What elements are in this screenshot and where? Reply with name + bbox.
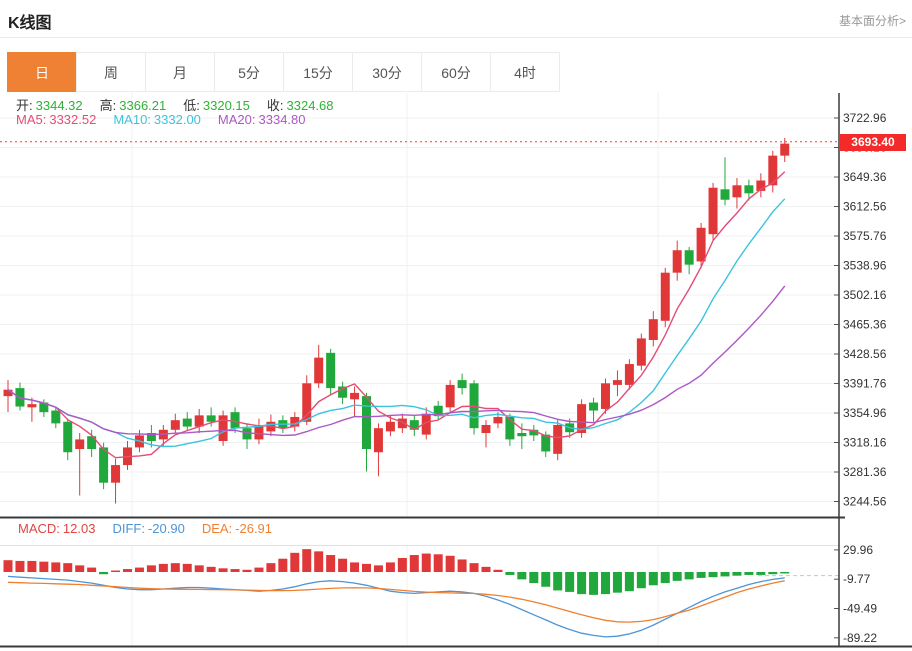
legend-item: MA20:3334.80 — [218, 112, 309, 127]
svg-text:3318.16: 3318.16 — [843, 435, 887, 449]
current-price-tag: 3693.40 — [840, 134, 906, 151]
svg-text:3281.36: 3281.36 — [843, 465, 887, 479]
page-title: K线图 — [8, 9, 52, 33]
chart-area: 3722.963686.163649.363612.563575.763538.… — [0, 93, 912, 651]
svg-text:3538.96: 3538.96 — [843, 258, 887, 272]
svg-text:3649.36: 3649.36 — [843, 170, 887, 184]
interval-tab-bar: 日周月5分15分30分60分4时 — [8, 52, 560, 92]
svg-text:3354.96: 3354.96 — [843, 406, 887, 420]
svg-text:3612.56: 3612.56 — [843, 199, 887, 213]
tab-30min[interactable]: 30分 — [352, 52, 422, 92]
legend-item: MA10:3332.00 — [113, 112, 204, 127]
tab-week[interactable]: 周 — [76, 52, 146, 92]
legend-item: MA5:3332.52 — [16, 112, 99, 127]
svg-text:3465.36: 3465.36 — [843, 317, 887, 331]
ma-legend: MA5:3332.52 MA10:3332.00 MA20:3334.80 — [16, 112, 323, 127]
svg-text:3428.56: 3428.56 — [843, 347, 887, 361]
kline-panel: K线图 基本面分析> 日周月5分15分30分60分4时 3722.963686.… — [0, 0, 912, 651]
fundamental-analysis-link[interactable]: 基本面分析> — [839, 12, 906, 29]
svg-text:3575.76: 3575.76 — [843, 229, 887, 243]
svg-text:-9.77: -9.77 — [843, 572, 871, 586]
svg-text:3722.96: 3722.96 — [843, 111, 887, 125]
macd-legend: MACD:12.03 DIFF:-20.90 DEA:-26.91 — [18, 521, 289, 536]
svg-text:3391.76: 3391.76 — [843, 376, 887, 390]
tab-60min[interactable]: 60分 — [421, 52, 491, 92]
svg-text:-89.22: -89.22 — [843, 631, 877, 645]
legend-item: 收:3324.68 — [267, 98, 337, 113]
svg-text:3244.56: 3244.56 — [843, 494, 887, 508]
svg-text:-49.49: -49.49 — [843, 601, 877, 615]
tab-4hour[interactable]: 4时 — [490, 52, 560, 92]
tab-month[interactable]: 月 — [145, 52, 215, 92]
legend-item: 高:3366.21 — [100, 98, 170, 113]
legend-item: DEA:-26.91 — [202, 521, 275, 536]
kline-chart[interactable]: 3722.963686.163649.363612.563575.763538.… — [0, 93, 912, 651]
tab-day[interactable]: 日 — [7, 52, 77, 92]
svg-text:29.96: 29.96 — [843, 543, 873, 557]
legend-item: 开:3344.32 — [16, 98, 86, 113]
legend-item: DIFF:-20.90 — [112, 521, 187, 536]
svg-text:3502.16: 3502.16 — [843, 288, 887, 302]
legend-item: 低:3320.15 — [183, 98, 253, 113]
tab-15min[interactable]: 15分 — [283, 52, 353, 92]
tab-5min[interactable]: 5分 — [214, 52, 284, 92]
panel-header: K线图 基本面分析> — [0, 0, 912, 38]
legend-item: MACD:12.03 — [18, 521, 98, 536]
